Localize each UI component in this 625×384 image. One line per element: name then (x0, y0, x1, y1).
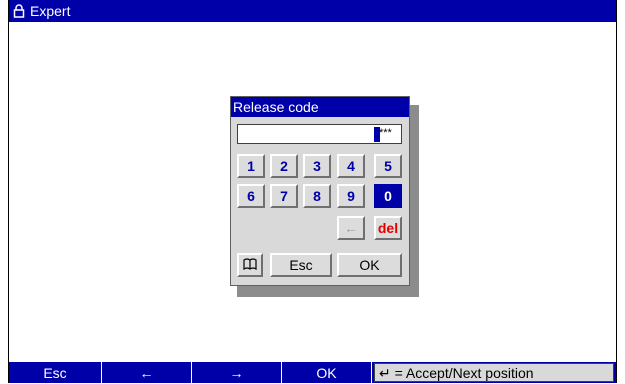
window-title: Expert (30, 3, 71, 19)
release-code-input[interactable]: *** (237, 124, 402, 144)
keyboard-mode-button[interactable] (237, 253, 263, 277)
key-4[interactable]: 4 (337, 154, 365, 178)
softkey-esc[interactable]: Esc (9, 362, 102, 383)
code-mask: *** (379, 127, 392, 139)
release-code-dialog: Release code *** 1 2 3 4 5 6 7 8 9 0 ← d… (230, 96, 410, 286)
softkey-right[interactable]: → (192, 362, 282, 383)
book-icon (243, 257, 257, 273)
key-7[interactable]: 7 (270, 184, 298, 208)
lock-icon (13, 4, 25, 18)
dialog-esc-button[interactable]: Esc (270, 253, 332, 277)
softkey-hint: ↵ = Accept/Next position (374, 363, 614, 382)
key-6[interactable]: 6 (237, 184, 265, 208)
softkey-ok[interactable]: OK (282, 362, 372, 383)
title-bar: Expert (9, 0, 616, 22)
backspace-key[interactable]: ← (337, 216, 365, 240)
softkey-bar: Esc ← → OK ↵ = Accept/Next position (9, 362, 616, 383)
softkey-left[interactable]: ← (102, 362, 192, 383)
key-5[interactable]: 5 (374, 154, 402, 178)
key-8[interactable]: 8 (303, 184, 331, 208)
delete-key[interactable]: del (374, 216, 402, 240)
key-9[interactable]: 9 (337, 184, 365, 208)
key-1[interactable]: 1 (237, 154, 265, 178)
dialog-ok-button[interactable]: OK (337, 253, 402, 277)
key-3[interactable]: 3 (303, 154, 331, 178)
key-0[interactable]: 0 (374, 184, 402, 208)
key-2[interactable]: 2 (270, 154, 298, 178)
dialog-title: Release code (231, 97, 409, 117)
